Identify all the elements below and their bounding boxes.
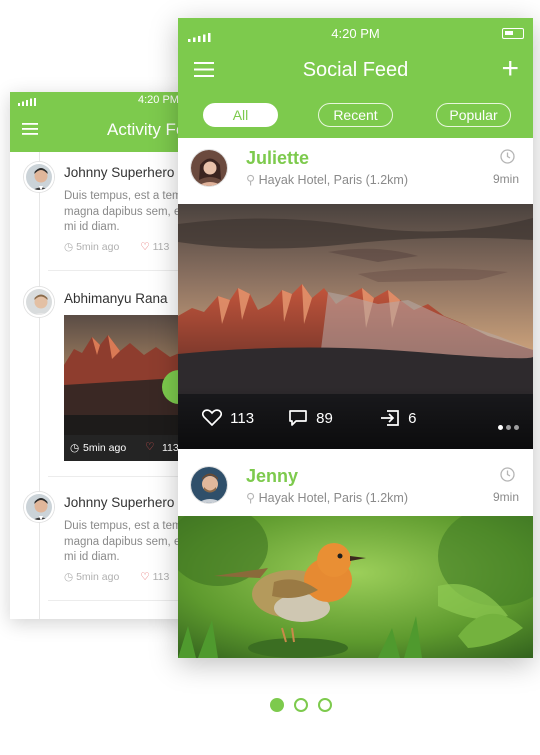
activity-user-name[interactable]: Abhimanyu Rana — [64, 291, 168, 306]
activity-time: 5min ago — [76, 571, 120, 583]
comment-icon — [289, 410, 307, 426]
heart-icon[interactable]: ♡ — [140, 241, 149, 253]
clock-icon: ◷ — [70, 442, 80, 454]
activity-header: Activity Feed — [10, 110, 190, 152]
activity-text-line: magna dapibus sem, et — [64, 535, 184, 548]
like-count: 113 — [152, 241, 170, 253]
status-time: 4:20 PM — [331, 26, 380, 41]
activity-text: Duis tempus, est a tempus magna dapibus … — [64, 189, 190, 236]
activity-user-name[interactable]: Johnny Superhero — [64, 165, 174, 180]
activity-user-name[interactable]: Johnny Superhero — [64, 495, 174, 510]
location-pin-icon: ⚲ — [246, 173, 256, 187]
post-location: ⚲ Hayak Hotel, Paris (1.2km) — [246, 172, 408, 187]
post-header: Juliette ⚲ Hayak Hotel, Paris (1.2km) 9m… — [178, 138, 533, 204]
avatar[interactable] — [190, 149, 228, 187]
comment-count: 89 — [316, 410, 333, 427]
clock-icon — [500, 467, 515, 487]
social-header: 4:20 PM Social Feed + All Recent Popular — [178, 18, 533, 138]
battery-icon — [502, 28, 524, 39]
activity-text-line: magna dapibus sem, et — [64, 205, 184, 218]
like-count: 113 — [152, 571, 170, 583]
location-pin-icon: ⚲ — [246, 491, 256, 505]
activity-meta: ◷ 5min ago ♡ 113 — [64, 241, 169, 253]
tab-all[interactable]: All — [203, 103, 278, 127]
signal-icon — [18, 97, 38, 109]
like-count: 113 — [162, 442, 179, 454]
heart-icon[interactable]: ♡ — [145, 441, 154, 453]
avatar[interactable] — [190, 466, 228, 504]
page-dot-2[interactable] — [294, 698, 308, 712]
avatar[interactable] — [24, 162, 54, 192]
post-location: ⚲ Hayak Hotel, Paris (1.2km) — [246, 490, 408, 505]
shares-stat[interactable]: 6 — [380, 409, 417, 427]
activity-text-line: Duis tempus, est a tempus — [64, 190, 190, 202]
activity-time: 5min ago — [76, 241, 120, 253]
heart-icon[interactable]: ♡ — [140, 571, 149, 583]
post-header: Jenny ⚲ Hayak Hotel, Paris (1.2km) 9min — [178, 450, 533, 516]
divider — [48, 270, 190, 271]
menu-icon[interactable] — [22, 122, 38, 141]
timeline-line — [39, 152, 40, 619]
clock-icon: ◷ — [64, 241, 74, 253]
status-time: 4:20 PM — [138, 94, 179, 106]
avatar[interactable] — [24, 287, 54, 317]
status-bar: 4:20 PM — [10, 92, 190, 110]
activity-text-line: mi id diam. — [64, 551, 120, 563]
post-photo-bird[interactable] — [178, 516, 533, 658]
tab-popular[interactable]: Popular — [436, 103, 511, 127]
post-author-name[interactable]: Jenny — [246, 466, 298, 487]
photo-meta-bar: ◷ 5min ago ♡ 113 — [64, 435, 190, 461]
clock-icon — [500, 149, 515, 169]
location-text: Hayak Hotel, Paris (1.2km) — [258, 173, 408, 187]
avatar[interactable] — [24, 492, 54, 522]
activity-text-line: mi id diam. — [64, 221, 120, 233]
share-count: 6 — [408, 410, 417, 427]
page-dot-1[interactable] — [270, 698, 284, 712]
share-icon — [381, 410, 399, 426]
divider — [48, 476, 190, 477]
comments-stat[interactable]: 89 — [288, 409, 333, 427]
post-author-name[interactable]: Juliette — [246, 148, 309, 169]
like-count: 113 — [230, 410, 255, 427]
post-time: 9min — [492, 172, 519, 186]
post-photo-mountains[interactable]: 113 89 6 — [178, 204, 533, 449]
divider — [48, 600, 190, 601]
activity-feed-screen: 4:20 PM Activity Feed Johnny Superhero D… — [10, 92, 190, 619]
activity-time: 5min ago — [83, 442, 127, 454]
heart-icon — [201, 409, 223, 427]
page-dot-3[interactable] — [318, 698, 332, 712]
add-post-icon[interactable]: + — [501, 54, 519, 84]
activity-text-line: Duis tempus, est a tempus — [64, 520, 190, 532]
post-time: 9min — [492, 490, 519, 504]
likes-stat[interactable]: 113 — [201, 409, 255, 427]
location-text: Hayak Hotel, Paris (1.2km) — [258, 491, 408, 505]
social-feed-screen: 4:20 PM Social Feed + All Recent Popular… — [178, 18, 533, 658]
tab-recent[interactable]: Recent — [318, 103, 393, 127]
activity-meta: ◷ 5min ago ♡ 113 — [64, 571, 169, 583]
activity-text: Duis tempus, est a tempus magna dapibus … — [64, 519, 190, 566]
more-options-icon[interactable] — [495, 417, 519, 434]
post-stats-bar: 113 89 6 — [178, 387, 533, 449]
clock-icon: ◷ — [64, 571, 74, 583]
page-title: Social Feed — [302, 59, 409, 81]
